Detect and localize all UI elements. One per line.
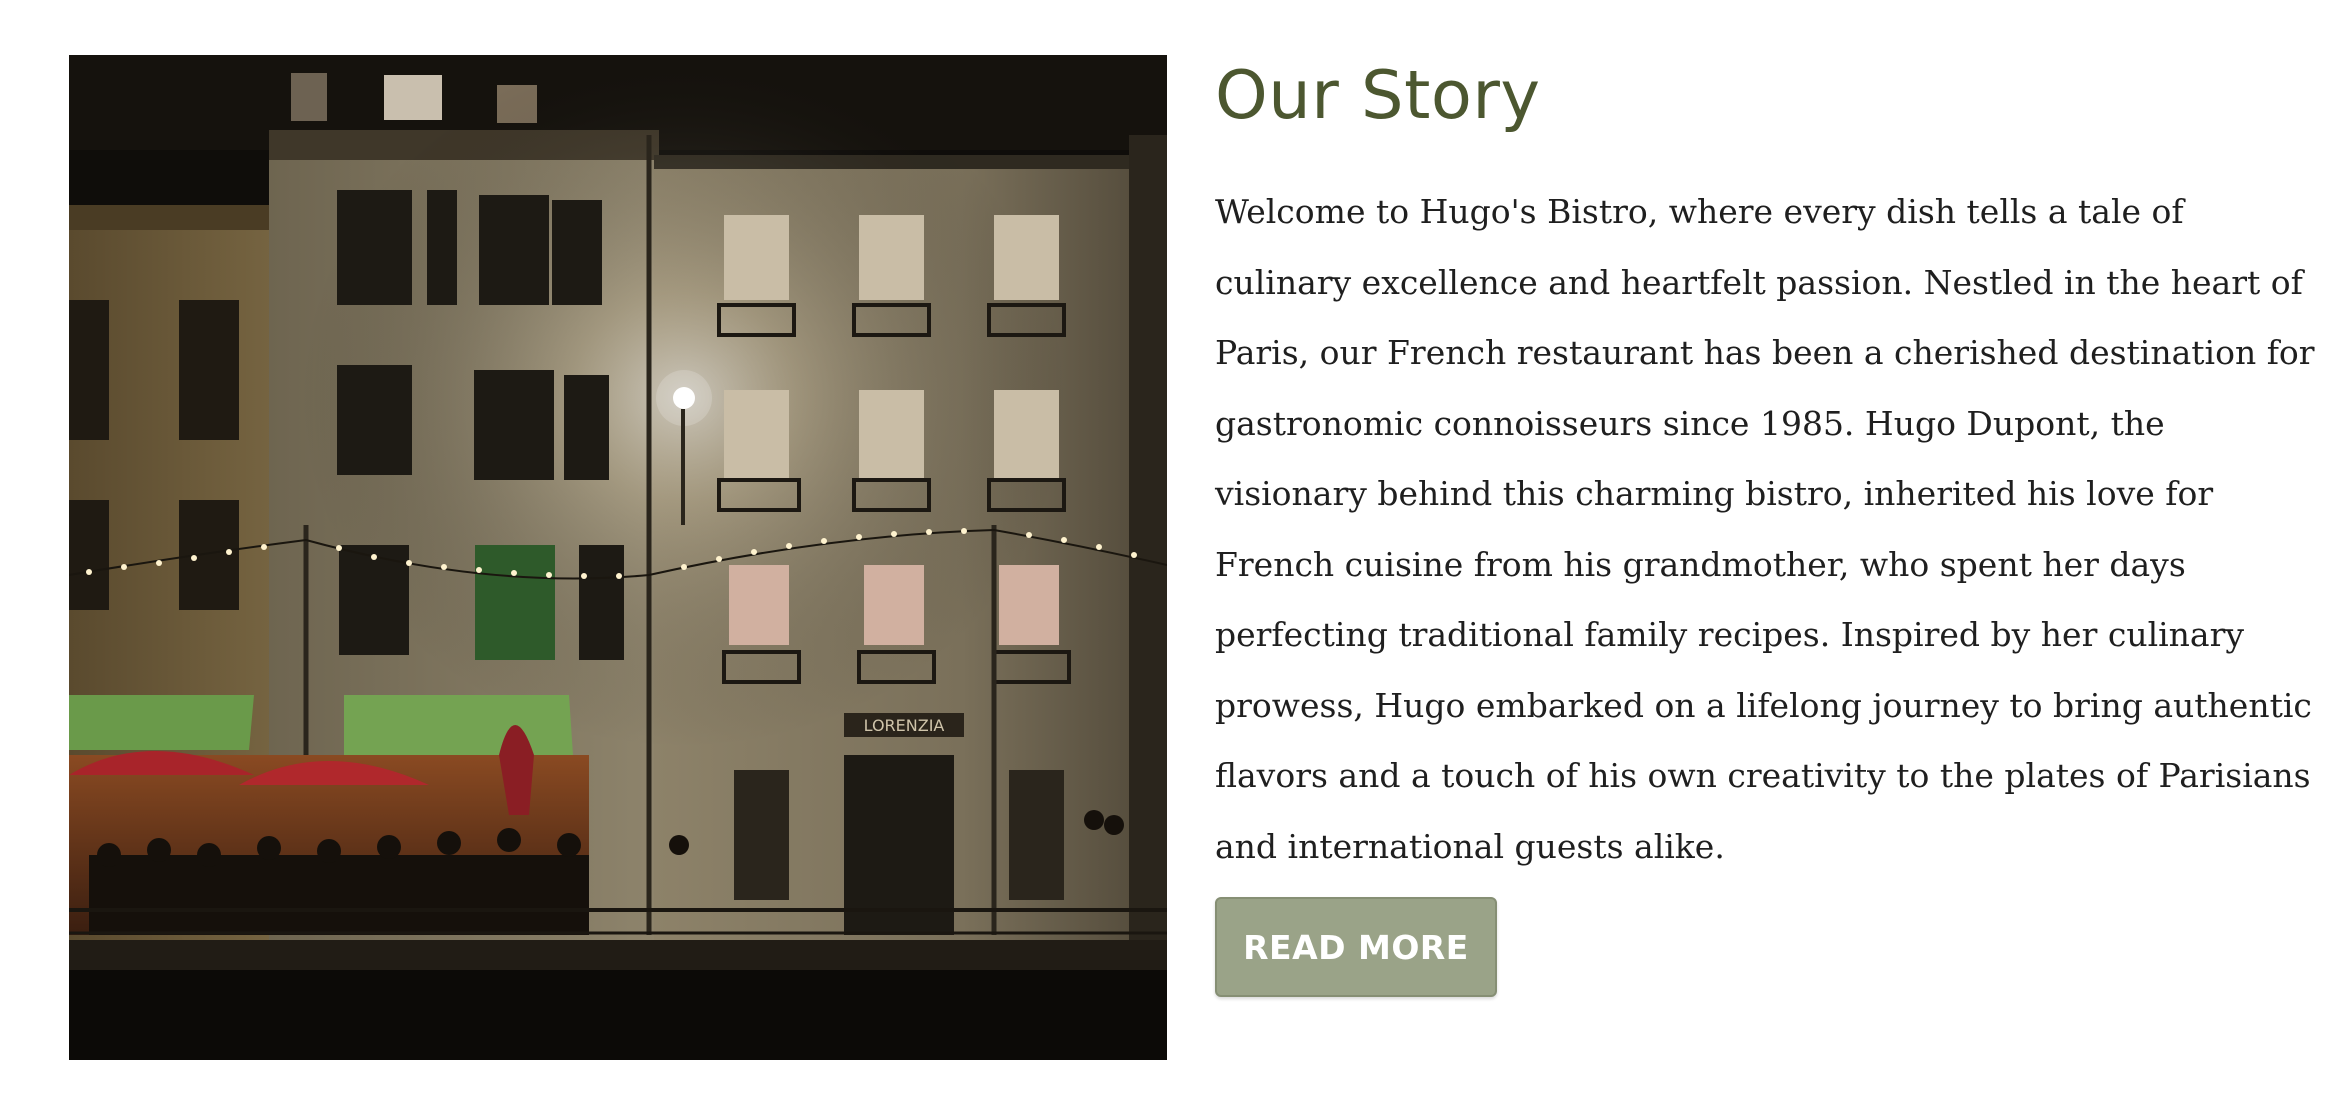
story-paragraph: Welcome to Hugo's Bistro, where every di… bbox=[1215, 192, 2315, 866]
bistro-street-photo: LORENZIA bbox=[69, 55, 1167, 1060]
our-story-section: LORENZIA Our Story Welcome to Hugo's Bis… bbox=[0, 0, 2336, 1106]
shop-sign-text: LORENZIA bbox=[864, 716, 945, 735]
story-column: Our Story Welcome to Hugo's Bistro, wher… bbox=[1215, 55, 2315, 997]
story-title: Our Story bbox=[1215, 56, 1541, 134]
read-more-button[interactable]: READ MORE bbox=[1215, 897, 1497, 997]
